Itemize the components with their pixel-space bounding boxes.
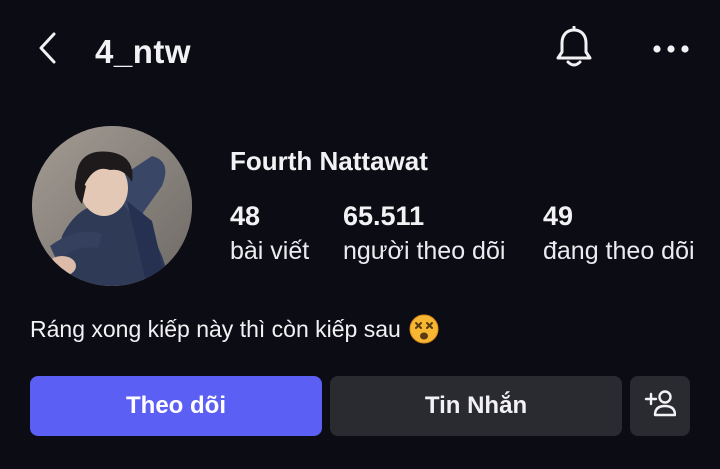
more-horizontal-icon [651, 41, 691, 59]
posts-value: 48 [230, 201, 261, 231]
followers-label: người theo dõi [343, 237, 506, 265]
posts-label: bài viết [230, 237, 310, 265]
followers-count[interactable]: 65.511 người theo dõi [343, 198, 505, 268]
suggested-accounts-button[interactable] [630, 376, 690, 436]
follow-button-label: Theo dõi [126, 392, 226, 419]
bell-icon [553, 25, 595, 75]
message-button-label: Tin Nhắn [424, 392, 528, 419]
following-value: 49 [543, 201, 574, 231]
posts-count[interactable]: 48 bài viết [230, 198, 309, 268]
back-button[interactable] [30, 30, 66, 70]
add-person-icon [644, 388, 677, 425]
message-button[interactable]: Tin Nhắn [330, 376, 622, 436]
notifications-button[interactable] [550, 25, 598, 75]
bio-text: Ráng xong kiếp này thì còn kiếp sau [30, 316, 401, 342]
avatar[interactable] [32, 126, 192, 286]
bio: Ráng xong kiếp này thì còn kiếp sau [30, 312, 439, 346]
follow-button[interactable]: Theo dõi [30, 376, 322, 436]
profile-username: 4_ntw [95, 33, 192, 70]
following-label: đang theo dõi [543, 237, 695, 265]
following-count[interactable]: 49 đang theo dõi [543, 198, 695, 268]
display-name: Fourth Nattawat [230, 146, 428, 176]
more-options-button[interactable] [648, 30, 694, 70]
chevron-left-icon [37, 31, 59, 70]
profile-screen: 4_ntw Fourth Nattawat 48 bài viết 65.511… [0, 0, 720, 469]
dizzy-face-emoji-icon [409, 314, 439, 344]
profile-photo [32, 126, 192, 286]
followers-value: 65.511 [343, 201, 425, 231]
